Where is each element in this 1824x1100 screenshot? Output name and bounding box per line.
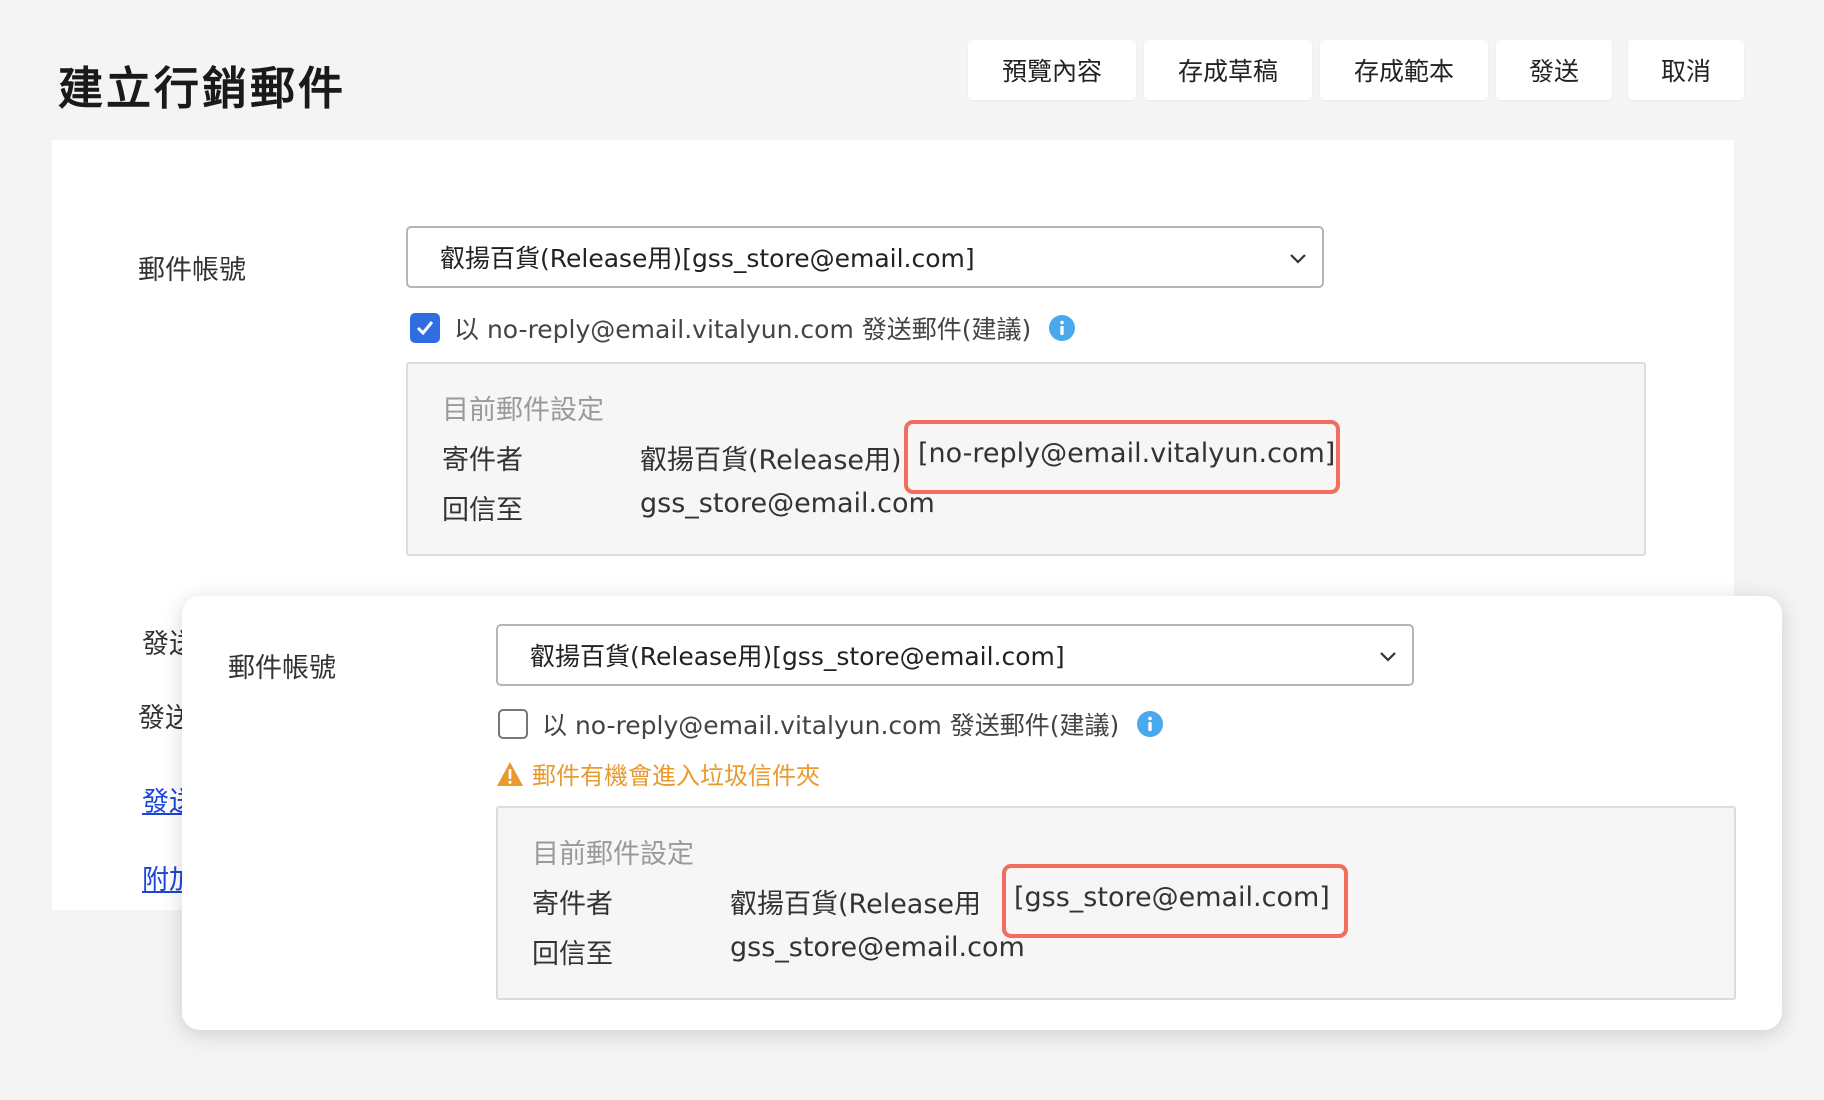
noreply-option[interactable]: 以 no-reply@email.vitalyun.com 發送郵件(建議) [498, 706, 1164, 742]
chevron-down-icon [1380, 652, 1396, 662]
account-select[interactable]: 叡揚百貨(Release用)[gss_store@email.com] [406, 226, 1324, 288]
reply-to-value: gss_store@email.com [640, 488, 935, 519]
sender-address: [gss_store@email.com] [1014, 882, 1330, 913]
settings-title: 目前郵件設定 [532, 839, 694, 870]
account-select[interactable]: 叡揚百貨(Release用)[gss_store@email.com] [496, 624, 1414, 686]
account-label: 郵件帳號 [228, 653, 336, 684]
sender-address: [no-reply@email.vitalyun.com] [918, 438, 1336, 469]
reply-to-value: gss_store@email.com [730, 932, 1025, 963]
send-button[interactable]: 發送 [1496, 40, 1612, 100]
spam-warning-text: 郵件有機會進入垃圾信件夾 [532, 762, 820, 790]
noreply-checkbox[interactable] [410, 313, 440, 343]
settings-title: 目前郵件設定 [442, 395, 604, 426]
noreply-option-label: 以 no-reply@email.vitalyun.com 發送郵件(建議) [454, 315, 1032, 344]
save-draft-button[interactable]: 存成草稿 [1144, 40, 1312, 100]
spam-warning: 郵件有機會進入垃圾信件夾 [496, 756, 820, 791]
preview-button[interactable]: 預覽內容 [968, 40, 1136, 100]
current-settings-box: 目前郵件設定 寄件者 叡揚百貨(Release用) [no-reply@emai… [406, 362, 1646, 556]
sender-name: 叡揚百貨(Release用) [640, 445, 902, 476]
reply-to-label: 回信至 [442, 495, 523, 526]
info-icon[interactable] [1137, 711, 1164, 737]
account-select-value: 叡揚百貨(Release用)[gss_store@email.com] [530, 642, 1065, 671]
checkmark-icon [416, 321, 434, 336]
cancel-button[interactable]: 取消 [1628, 40, 1744, 100]
noreply-checkbox[interactable] [498, 709, 528, 739]
info-icon[interactable] [1049, 315, 1076, 341]
sender-label: 寄件者 [532, 889, 613, 920]
sender-name: 叡揚百貨(Release用 [730, 889, 982, 920]
account-label: 郵件帳號 [138, 255, 246, 286]
noreply-option-label: 以 no-reply@email.vitalyun.com 發送郵件(建議) [542, 711, 1120, 740]
save-template-button[interactable]: 存成範本 [1320, 40, 1488, 100]
page-title: 建立行銷郵件 [58, 62, 347, 115]
sender-label: 寄件者 [442, 445, 523, 476]
account-select-value: 叡揚百貨(Release用)[gss_store@email.com] [440, 244, 975, 273]
current-settings-box: 目前郵件設定 寄件者 叡揚百貨(Release用 [gss_store@emai… [496, 806, 1736, 1000]
warning-icon [497, 761, 523, 786]
chevron-down-icon [1290, 254, 1306, 264]
reply-to-label: 回信至 [532, 939, 613, 970]
unchecked-state-card: 郵件帳號 叡揚百貨(Release用)[gss_store@email.com]… [182, 596, 1782, 1030]
noreply-option[interactable]: 以 no-reply@email.vitalyun.com 發送郵件(建議) [410, 310, 1076, 346]
